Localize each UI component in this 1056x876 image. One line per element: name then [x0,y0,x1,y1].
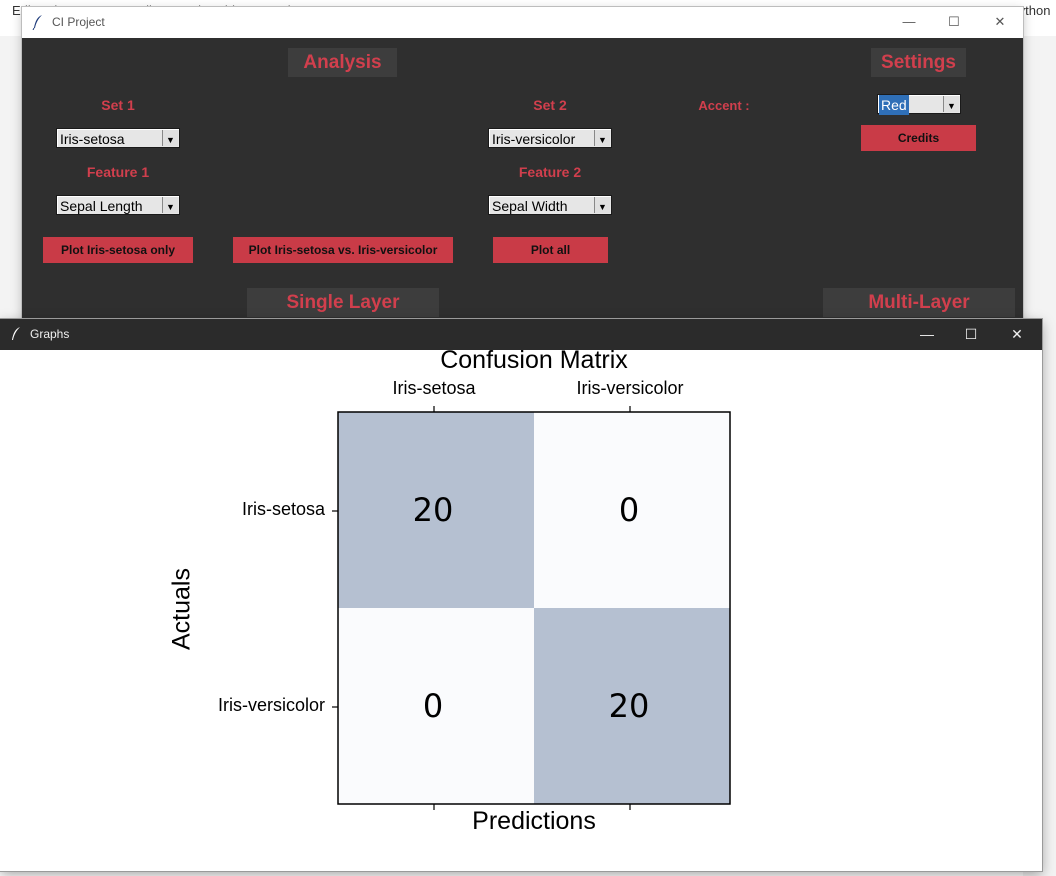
chevron-down-icon[interactable]: ▼ [943,96,959,112]
accent-label: Accent : [698,98,750,113]
feature2-label: Feature 2 [518,164,582,180]
maximize-icon[interactable]: ☐ [944,13,964,31]
y-tick-label: Iris-versicolor [217,695,325,715]
ci-project-titlebar[interactable]: CI Project — ☐ ✕ [22,7,1023,38]
feature1-label: Feature 1 [86,164,150,180]
background-app-left-strip [0,36,22,326]
set1-value: Iris-setosa [60,131,125,147]
minimize-icon[interactable]: — [899,13,919,31]
y-tick-label: Iris-setosa [241,499,325,519]
matrix-plot: 20 0 0 20 [332,406,731,810]
graphs-window-title: Graphs [30,327,70,341]
close-icon[interactable]: ✕ [1007,325,1027,343]
matrix-cell-value: 20 [609,687,650,725]
accent-combobox[interactable]: Red ▼ [877,94,961,115]
maximize-icon[interactable]: ☐ [961,325,981,343]
matrix-cell-value: 0 [619,491,639,529]
credits-button[interactable]: Credits [861,125,976,151]
chevron-down-icon[interactable]: ▼ [594,197,610,213]
chevron-down-icon[interactable]: ▼ [162,130,178,146]
feature1-value: Sepal Length [60,198,143,214]
chevron-down-icon[interactable]: ▼ [594,130,610,146]
single-layer-heading: Single Layer [247,288,439,317]
x-tick-label: Iris-versicolor [576,378,684,398]
settings-heading: Settings [871,48,966,77]
window-title: CI Project [52,15,105,29]
set2-value: Iris-versicolor [492,131,576,147]
matrix-cell-value: 0 [423,687,443,725]
set1-label: Set 1 [101,97,135,113]
graphs-window: Graphs — ☐ ✕ Confusion Matrix Prediction… [0,319,1042,871]
ci-project-window: CI Project — ☐ ✕ Analysis Settings Set 1… [22,7,1023,325]
set2-label: Set 2 [533,97,567,113]
chevron-down-icon[interactable]: ▼ [162,197,178,213]
matrix-cell-value: 20 [413,491,454,529]
set1-combobox[interactable]: Iris-setosa ▼ [56,128,180,148]
analysis-heading: Analysis [288,48,397,77]
close-icon[interactable]: ✕ [990,13,1010,31]
minimize-icon[interactable]: — [917,325,937,343]
feature2-combobox[interactable]: Sepal Width ▼ [488,195,612,215]
confusion-matrix-chart: Confusion Matrix Predictions Actuals 20 0… [0,346,1042,871]
feature2-value: Sepal Width [492,198,568,214]
tk-feather-icon [32,15,42,30]
tk-feather-icon [12,327,20,340]
plot-vs-button[interactable]: Plot Iris-setosa vs. Iris-versicolor [233,237,453,263]
accent-value: Red [879,95,909,115]
plot-all-button[interactable]: Plot all [493,237,608,263]
set2-combobox[interactable]: Iris-versicolor ▼ [488,128,612,148]
feature1-combobox[interactable]: Sepal Length ▼ [56,195,180,215]
plot-set1-button[interactable]: Plot Iris-setosa only [43,237,193,263]
x-tick-label: Iris-setosa [392,378,476,398]
multi-layer-heading: Multi-Layer [823,288,1015,317]
